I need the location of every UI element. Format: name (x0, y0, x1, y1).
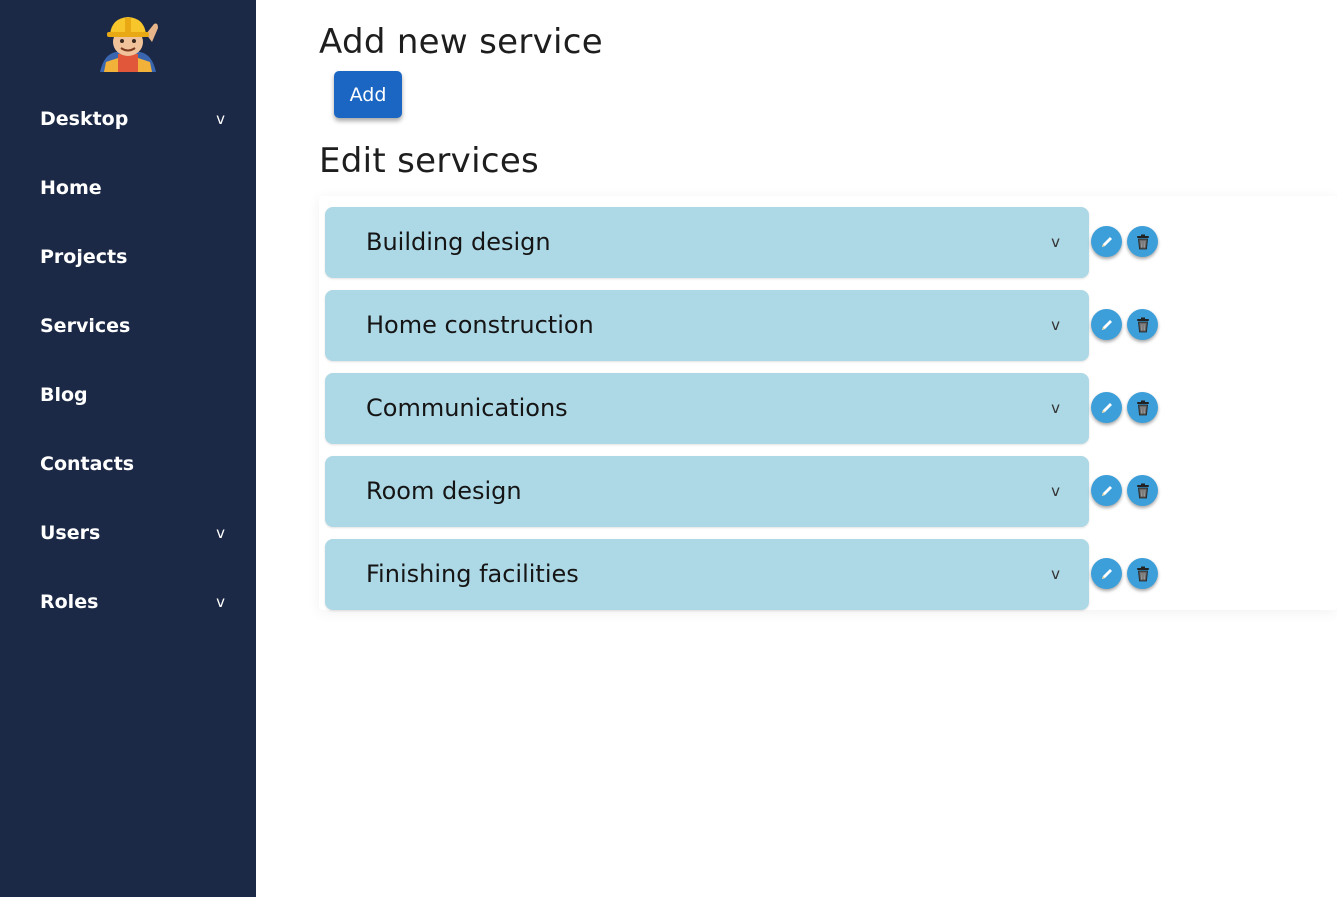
sidebar-item-projects[interactable]: Projects (0, 222, 256, 291)
pencil-icon (1101, 319, 1112, 330)
sidebar-item-contacts[interactable]: Contacts (0, 429, 256, 498)
list-item: Communications v (325, 373, 1337, 444)
pencil-icon (1101, 568, 1112, 579)
sidebar-item-home[interactable]: Home (0, 153, 256, 222)
service-accordion-header[interactable]: Finishing facilities v (325, 539, 1089, 610)
edit-services-heading: Edit services (319, 141, 540, 181)
add-service-heading: Add new service (319, 22, 604, 62)
chevron-down-icon: v (216, 523, 225, 542)
edit-service-button[interactable] (1091, 475, 1122, 506)
sidebar-item-label: Home (40, 176, 102, 199)
chevron-down-icon: v (1051, 233, 1060, 251)
service-title: Communications (366, 394, 568, 422)
sidebar-item-blog[interactable]: Blog (0, 360, 256, 429)
sidebar-item-label: Contacts (40, 452, 135, 475)
sidebar-item-desktop[interactable]: Desktop v (0, 84, 256, 153)
chevron-down-icon: v (216, 592, 225, 611)
sidebar: Desktop v Home Projects Services Blog Co… (0, 0, 256, 897)
pencil-icon (1101, 402, 1112, 413)
delete-service-button[interactable] (1127, 558, 1158, 589)
sidebar-item-services[interactable]: Services (0, 291, 256, 360)
list-item: Room design v (325, 456, 1337, 527)
sidebar-item-label: Roles (40, 590, 99, 613)
sidebar-item-label: Users (40, 521, 101, 544)
service-accordion-header[interactable]: Communications v (325, 373, 1089, 444)
edit-service-button[interactable] (1091, 392, 1122, 423)
trash-icon (1136, 483, 1149, 498)
list-item: Building design v (325, 207, 1337, 278)
chevron-down-icon: v (216, 109, 225, 128)
chevron-down-icon: v (1051, 399, 1060, 417)
delete-service-button[interactable] (1127, 309, 1158, 340)
delete-service-button[interactable] (1127, 226, 1158, 257)
service-title: Home construction (366, 311, 594, 339)
chevron-down-icon: v (1051, 316, 1060, 334)
service-title: Finishing facilities (366, 560, 579, 588)
sidebar-item-roles[interactable]: Roles v (0, 567, 256, 636)
edit-service-button[interactable] (1091, 558, 1122, 589)
sidebar-item-label: Blog (40, 383, 88, 406)
trash-icon (1136, 317, 1149, 332)
service-accordion-header[interactable]: Room design v (325, 456, 1089, 527)
trash-icon (1136, 566, 1149, 581)
services-list: Building design v Home construction v Co… (319, 196, 1337, 610)
add-service-button[interactable]: Add (334, 71, 402, 118)
sidebar-item-label: Services (40, 314, 131, 337)
chevron-down-icon: v (1051, 482, 1060, 500)
list-item: Finishing facilities v (325, 539, 1337, 610)
service-title: Building design (366, 228, 551, 256)
chevron-down-icon: v (1051, 565, 1060, 583)
sidebar-item-label: Projects (40, 245, 128, 268)
sidebar-item-users[interactable]: Users v (0, 498, 256, 567)
edit-service-button[interactable] (1091, 226, 1122, 257)
delete-service-button[interactable] (1127, 392, 1158, 423)
pencil-icon (1101, 485, 1112, 496)
logo[interactable] (88, 14, 168, 74)
service-accordion-header[interactable]: Home construction v (325, 290, 1089, 361)
trash-icon (1136, 400, 1149, 415)
service-title: Room design (366, 477, 522, 505)
edit-service-button[interactable] (1091, 309, 1122, 340)
sidebar-item-label: Desktop (40, 107, 129, 130)
trash-icon (1136, 234, 1149, 249)
construction-worker-logo-icon (100, 17, 158, 72)
pencil-icon (1101, 236, 1112, 247)
main-content: Add new service Add Edit services Buildi… (256, 0, 1337, 897)
sidebar-nav: Desktop v Home Projects Services Blog Co… (0, 84, 256, 636)
list-item: Home construction v (325, 290, 1337, 361)
delete-service-button[interactable] (1127, 475, 1158, 506)
service-accordion-header[interactable]: Building design v (325, 207, 1089, 278)
